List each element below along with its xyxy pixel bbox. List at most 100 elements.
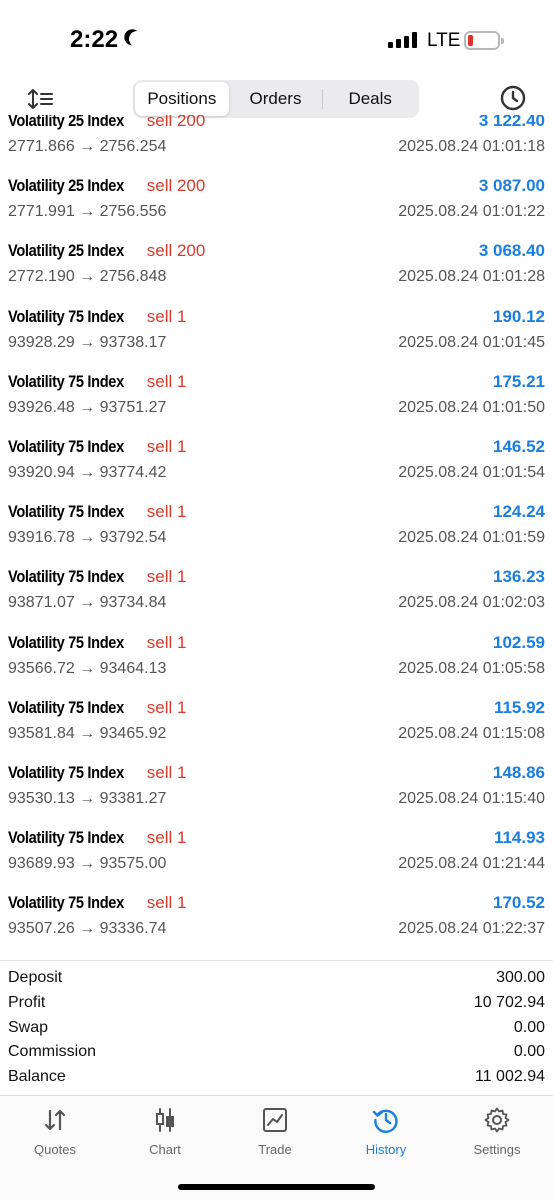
- deal-profit: 136.23: [493, 567, 545, 587]
- deals-list[interactable]: Volatility 25 Index sell 200 3 122.40 277…: [0, 115, 553, 960]
- summary-swap: Swap 0.00: [0, 1015, 553, 1040]
- deal-side: sell 1: [146, 567, 187, 587]
- deal-profit: 114.93: [493, 828, 545, 848]
- bottom-tab-bar: Quotes Chart Trade History Settings: [0, 1095, 553, 1200]
- deal-side: sell 1: [146, 371, 187, 391]
- summary-label: Deposit: [8, 969, 63, 987]
- list-item[interactable]: Volatility 25 Index sell 200 3 068.40 277…: [0, 235, 553, 300]
- summary-value: 10 702.94: [473, 994, 545, 1012]
- tab-chart[interactable]: Chart: [110, 1106, 220, 1161]
- summary-balance: Balance 11 002.94: [0, 1065, 553, 1090]
- deal-prices: 2772.190 → 2756.848: [8, 268, 167, 286]
- deal-profit: 170.52: [493, 893, 545, 913]
- deal-profit: 124.24: [493, 502, 545, 522]
- home-indicator: [178, 1184, 375, 1190]
- tab-label: Trade: [258, 1142, 292, 1157]
- deal-time: 2025.08.24 01:01:50: [398, 398, 545, 416]
- deal-profit: 175.21: [493, 371, 545, 391]
- list-item[interactable]: Volatility 75 Index sell 1 115.92 93581.8…: [0, 692, 553, 757]
- list-item[interactable]: Volatility 25 Index sell 200 3 122.40 277…: [0, 115, 553, 170]
- list-item[interactable]: Volatility 75 Index sell 1 136.23 93871.0…: [0, 561, 553, 626]
- deal-prices: 93916.78 → 93792.54: [8, 529, 167, 547]
- deal-time: 2025.08.24 01:15:08: [398, 724, 545, 742]
- summary-label: Swap: [8, 1018, 49, 1036]
- deal-time: 2025.08.24 01:22:37: [398, 920, 545, 938]
- status-bar: 2:22 LTE: [0, 0, 553, 80]
- deal-time: 2025.08.24 01:05:58: [398, 659, 545, 677]
- deal-prices: 93566.72 → 93464.13: [8, 659, 167, 677]
- list-item[interactable]: Volatility 75 Index sell 1 124.24 93916.7…: [0, 496, 553, 561]
- tab-label: Settings: [473, 1142, 521, 1157]
- deal-symbol: Volatility 75 Index: [8, 632, 124, 652]
- deal-time: 2025.08.24 01:01:54: [398, 463, 545, 481]
- list-item[interactable]: Volatility 75 Index sell 1 175.21 93926.4…: [0, 366, 553, 431]
- deal-profit: 148.86: [493, 762, 545, 782]
- tab-deals[interactable]: Deals: [323, 82, 417, 116]
- tab-quotes[interactable]: Quotes: [0, 1106, 110, 1161]
- sort-icon[interactable]: [28, 88, 54, 110]
- deal-symbol: Volatility 25 Index: [8, 115, 124, 130]
- list-item[interactable]: Volatility 75 Index sell 1 114.93 93689.9…: [0, 822, 553, 887]
- summary-value: 11 002.94: [475, 1068, 545, 1086]
- deal-side: sell 200: [146, 241, 206, 261]
- deal-symbol: Volatility 75 Index: [8, 828, 124, 848]
- deal-symbol: Volatility 75 Index: [8, 306, 124, 326]
- deal-side: sell 200: [146, 176, 206, 196]
- deal-side: sell 1: [146, 632, 187, 652]
- network-type: LTE: [427, 30, 461, 51]
- list-item[interactable]: Volatility 25 Index sell 200 3 087.00 277…: [0, 170, 553, 235]
- summary-profit: Profit 10 702.94: [0, 991, 553, 1016]
- history-clock-icon: [372, 1109, 398, 1133]
- list-item[interactable]: Volatility 75 Index sell 1 170.52 93507.2…: [0, 887, 553, 952]
- summary-value: 300.00: [496, 969, 545, 987]
- tab-label: Chart: [149, 1142, 181, 1157]
- deal-symbol: Volatility 75 Index: [8, 893, 124, 913]
- deal-symbol: Volatility 75 Index: [8, 502, 124, 522]
- deal-time: 2025.08.24 01:01:22: [398, 203, 545, 221]
- tab-label: Quotes: [34, 1142, 76, 1157]
- list-item[interactable]: Volatility 75 Index sell 1 148.86 93530.1…: [0, 757, 553, 822]
- deal-prices: 2771.991 → 2756.556: [8, 203, 167, 221]
- deal-symbol: Volatility 25 Index: [8, 241, 124, 261]
- list-item[interactable]: Volatility 75 Index sell 1 190.12 93928.2…: [0, 301, 553, 366]
- deal-time: 2025.08.24 01:01:45: [398, 333, 545, 351]
- deal-profit: 102.59: [493, 632, 545, 652]
- deal-prices: 93530.13 → 93381.27: [8, 789, 167, 807]
- deal-profit: 146.52: [493, 436, 545, 456]
- deal-side: sell 200: [146, 115, 206, 130]
- deal-prices: 93507.26 → 93336.74: [8, 920, 167, 938]
- tab-orders[interactable]: Orders: [229, 82, 323, 116]
- tab-history[interactable]: History: [331, 1106, 441, 1161]
- deal-profit: 3 122.40: [478, 115, 545, 130]
- list-item[interactable]: Volatility 75 Index sell 1 102.59 93566.7…: [0, 627, 553, 692]
- clock-icon[interactable]: [499, 84, 527, 112]
- positions-orders-deals-tabs: Positions Orders Deals: [133, 80, 419, 118]
- quotes-arrows-icon: [44, 1109, 66, 1131]
- deal-profit: 3 068.40: [478, 241, 545, 261]
- tab-positions[interactable]: Positions: [135, 82, 229, 116]
- deal-prices: 93926.48 → 93751.27: [8, 398, 167, 416]
- deal-side: sell 1: [146, 502, 187, 522]
- deal-prices: 93581.84 → 93465.92: [8, 724, 167, 742]
- summary-label: Balance: [8, 1068, 66, 1086]
- candlestick-icon: [156, 1108, 174, 1132]
- deal-symbol: Volatility 75 Index: [8, 762, 124, 782]
- deal-symbol: Volatility 25 Index: [8, 176, 124, 196]
- deal-prices: 93689.93 → 93575.00: [8, 855, 167, 873]
- deal-side: sell 1: [146, 436, 187, 456]
- deal-profit: 115.92: [493, 697, 545, 717]
- tab-trade[interactable]: Trade: [220, 1106, 330, 1161]
- status-time: 2:22: [70, 26, 119, 53]
- summary-label: Profit: [8, 994, 46, 1012]
- deal-side: sell 1: [146, 306, 187, 326]
- deal-symbol: Volatility 75 Index: [8, 436, 124, 456]
- summary-value: 0.00: [513, 1043, 545, 1061]
- tab-settings[interactable]: Settings: [442, 1106, 552, 1161]
- moon-icon: [127, 29, 148, 50]
- deal-symbol: Volatility 75 Index: [8, 371, 124, 391]
- deal-side: sell 1: [146, 828, 187, 848]
- gear-icon: [484, 1107, 510, 1133]
- summary-commission: Commission 0.00: [0, 1040, 553, 1065]
- list-item[interactable]: Volatility 75 Index sell 1 146.52 93920.9…: [0, 431, 553, 496]
- trade-chart-icon: [263, 1108, 287, 1132]
